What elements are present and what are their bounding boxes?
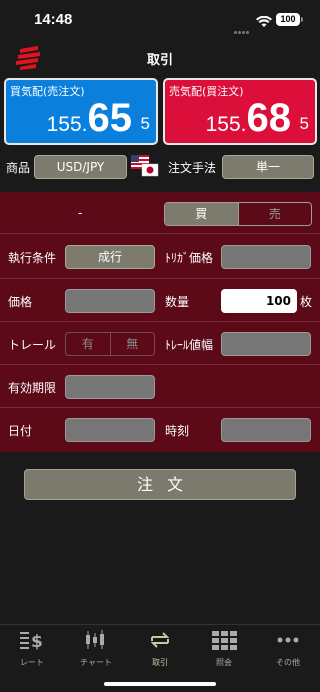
sell-price-panel[interactable]: 売気配(買注文) 155.68 5 (163, 78, 317, 145)
tab-chart[interactable]: チャート (64, 629, 128, 668)
tab-inquiry[interactable]: 照会 (192, 629, 256, 668)
exec-row: 執行条件 成行 ﾄﾘｶﾞ価格 (0, 234, 320, 279)
expiry-field[interactable] (65, 375, 155, 399)
sell-price-pip: 5 (299, 114, 309, 133)
sell-price: 155.68 (205, 96, 291, 140)
product-row: 商品 USD/JPY 注文手法 単一 (0, 152, 320, 182)
trail-width-label: ﾄﾚｰﾙ値幅 (165, 338, 214, 352)
trail-toggle: 有 無 (65, 332, 155, 356)
exec-label: 執行条件 (8, 251, 57, 265)
date-field[interactable] (65, 418, 155, 442)
product-label: 商品 (6, 161, 31, 175)
trail-off-option[interactable]: 無 (109, 333, 155, 355)
date-label: 日付 (8, 424, 33, 438)
status-time: 14:48 (34, 11, 73, 28)
quantity-unit: 枚 (300, 295, 313, 309)
order-method-label: 注文手法 (168, 161, 217, 175)
trail-row: トレール 有 無 ﾄﾚｰﾙ値幅 (0, 322, 320, 365)
signal-icon (234, 19, 250, 38)
price-label: 価格 (8, 295, 33, 309)
tab-trade[interactable]: 取引 (128, 629, 192, 668)
expiry-row: 有効期限 (0, 365, 320, 408)
time-label: 時刻 (165, 424, 190, 438)
sell-panel-title: 売気配(買注文) (169, 85, 244, 98)
page-title: 取引 (146, 53, 173, 68)
exec-select[interactable]: 成行 (65, 245, 155, 269)
side-dash: - (78, 206, 83, 220)
buy-price: 155.65 (46, 96, 132, 140)
side-sell-option[interactable]: 売 (237, 203, 312, 225)
order-form: - 買 売 執行条件 成行 ﾄﾘｶﾞ価格 価格 数量 100 枚 トレール 有 … (0, 192, 320, 452)
app-header: 取引 (0, 40, 320, 76)
time-field[interactable] (221, 418, 311, 442)
buy-panel-title: 買気配(売注文) (10, 85, 85, 98)
rate-icon: $ (19, 632, 45, 655)
battery-icon: 100 (276, 13, 303, 26)
trail-width-field[interactable] (221, 332, 311, 356)
product-select[interactable]: USD/JPY (34, 155, 127, 179)
trigger-price-field[interactable] (221, 245, 311, 269)
trigger-price-label: ﾄﾘｶﾞ価格 (165, 251, 214, 265)
side-toggle: 買 売 (164, 202, 312, 226)
buy-price-panel[interactable]: 買気配(売注文) 155.65 5 (4, 78, 158, 145)
date-row: 日付 時刻 (0, 408, 320, 452)
inquiry-icon (211, 631, 237, 655)
order-button[interactable]: 注文 (24, 469, 296, 500)
svg-text:$: $ (31, 632, 43, 651)
home-indicator[interactable] (104, 682, 216, 686)
trail-label: トレール (8, 338, 57, 352)
wifi-icon (256, 13, 272, 32)
chart-icon (83, 630, 109, 655)
us-jp-flag-icon (131, 155, 159, 183)
status-bar: 14:48 100 (0, 0, 320, 40)
more-icon (275, 636, 301, 655)
quantity-field[interactable]: 100 (221, 289, 297, 313)
side-row: - 買 売 (0, 192, 320, 234)
order-method-select[interactable]: 単一 (222, 155, 314, 179)
expiry-label: 有効期限 (8, 381, 57, 395)
price-field[interactable] (65, 289, 155, 313)
quantity-label: 数量 (165, 295, 190, 309)
trade-icon (147, 632, 173, 655)
buy-price-pip: 5 (140, 114, 150, 133)
trail-on-option[interactable]: 有 (66, 333, 110, 355)
price-row: 価格 数量 100 枚 (0, 279, 320, 322)
side-buy-option[interactable]: 買 (165, 203, 238, 225)
tab-more[interactable]: その他 (256, 629, 320, 668)
tab-rate[interactable]: $ レート (0, 629, 64, 668)
